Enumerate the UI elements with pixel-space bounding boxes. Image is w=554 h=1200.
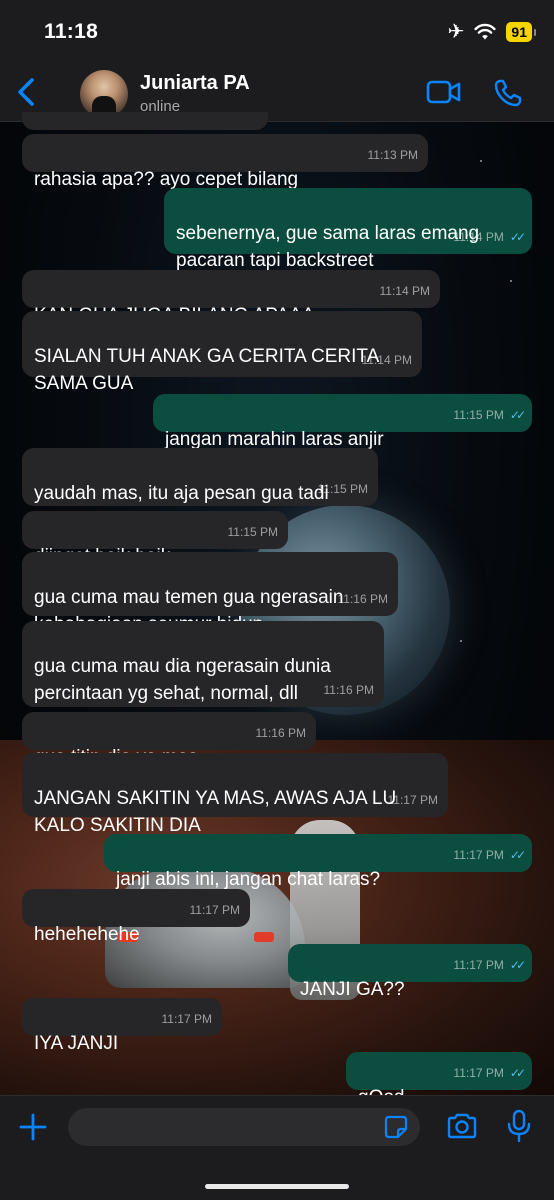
message-text: gua cuma mau dia ngerasain dunia percint… bbox=[34, 656, 331, 704]
message-text: rahasia apa?? ayo cepet bilang bbox=[34, 169, 299, 190]
phone-icon[interactable] bbox=[493, 78, 523, 108]
message-incoming[interactable]: diinget baik baik 11:15 PM bbox=[22, 511, 288, 567]
message-incoming[interactable]: KAN GUA JUGA BILANG APAAA 11:14 PM bbox=[22, 270, 440, 326]
message-time: 11:17 PM bbox=[161, 1012, 212, 1026]
composer-bar bbox=[0, 1095, 554, 1200]
wallpaper-star bbox=[480, 160, 482, 162]
message-meta: 11:16 PM bbox=[256, 720, 306, 747]
message-meta: 11:14 PM bbox=[380, 278, 430, 305]
message-incoming[interactable]: rahasia apa?? ayo cepet bilang 11:13 PM bbox=[22, 134, 428, 190]
partial-message-bubble bbox=[22, 112, 268, 130]
status-icons: ✈ 91 bbox=[447, 20, 536, 44]
message-meta: 11:15 PM ✓✓ bbox=[453, 402, 526, 429]
message-outgoing[interactable]: sebenernya, gue sama laras emang pacaran… bbox=[164, 188, 532, 271]
message-outgoing[interactable]: jangan marahin laras anjir 11:15 PM ✓✓ bbox=[153, 394, 532, 450]
message-meta: 11:15 PM bbox=[318, 476, 368, 503]
message-time: 11:17 PM bbox=[387, 793, 438, 807]
contact-name[interactable]: Juniarta PA bbox=[140, 72, 250, 95]
status-bar: 11:18 ✈ 91 bbox=[0, 0, 554, 62]
message-outgoing[interactable]: janji abis ini, jangan chat laras? 11:17… bbox=[104, 834, 532, 890]
message-time: 11:14 PM bbox=[453, 230, 504, 244]
status-time: 11:18 bbox=[44, 20, 99, 43]
message-input[interactable] bbox=[68, 1108, 420, 1146]
plus-icon[interactable] bbox=[18, 1112, 48, 1142]
message-meta: 11:16 PM bbox=[338, 586, 388, 613]
message-meta: 11:17 PM bbox=[162, 1006, 212, 1033]
wifi-icon bbox=[474, 23, 497, 40]
message-incoming[interactable]: gua cuma mau temen gua ngerasain kebahag… bbox=[22, 552, 398, 635]
double-check-icon: ✓✓ bbox=[509, 1066, 526, 1080]
message-text: janji abis ini, jangan chat laras? bbox=[116, 869, 381, 890]
camera-icon[interactable] bbox=[446, 1112, 478, 1140]
message-meta: 11:16 PM bbox=[324, 677, 374, 704]
message-time: 11:15 PM bbox=[227, 525, 278, 539]
message-time: 11:13 PM bbox=[367, 148, 418, 162]
chevron-left-icon[interactable] bbox=[14, 76, 42, 108]
message-time: 11:16 PM bbox=[255, 726, 306, 740]
message-incoming[interactable]: gua cuma mau dia ngerasain dunia percint… bbox=[22, 621, 384, 707]
message-outgoing[interactable]: gOod 11:17 PM✓✓ bbox=[346, 1052, 532, 1108]
message-incoming[interactable]: SIALAN TUH ANAK GA CERITA CERITA SAMA GU… bbox=[22, 311, 422, 394]
home-indicator bbox=[205, 1184, 349, 1189]
message-meta: 11:17 PM ✓✓ bbox=[453, 842, 526, 869]
wallpaper-car-taillight bbox=[254, 932, 274, 942]
video-call-icon[interactable] bbox=[426, 79, 462, 105]
message-text: JANJI GA?? bbox=[300, 979, 405, 1000]
double-check-icon: ✓✓ bbox=[509, 230, 526, 244]
message-time: 11:17 PM bbox=[453, 848, 504, 862]
message-meta: 11:15 PM bbox=[228, 519, 278, 546]
battery-indicator: 91 bbox=[506, 22, 536, 42]
sticker-icon[interactable] bbox=[384, 1115, 408, 1139]
message-time: 11:16 PM bbox=[323, 683, 374, 697]
message-text: IYA JANJI bbox=[34, 1033, 119, 1054]
message-incoming[interactable]: hehehehehe 11:17 PM bbox=[22, 889, 250, 945]
double-check-icon: ✓✓ bbox=[509, 408, 526, 422]
message-time: 11:16 PM bbox=[337, 592, 388, 606]
message-time: 11:14 PM bbox=[361, 353, 412, 367]
message-meta: 11:17 PM ✓✓ bbox=[453, 952, 526, 979]
message-outgoing[interactable]: JANJI GA?? 11:17 PM ✓✓ bbox=[288, 944, 532, 1000]
message-meta: 11:17 PM bbox=[190, 897, 240, 924]
message-text: hehehehehe bbox=[34, 924, 140, 945]
message-incoming[interactable]: IYA JANJI 11:17 PM bbox=[22, 998, 222, 1054]
message-incoming[interactable]: gua titip dia ya mas 11:16 PM bbox=[22, 712, 316, 768]
message-meta: 11:13 PM bbox=[368, 142, 418, 169]
wallpaper-star bbox=[510, 280, 512, 282]
message-text: yaudah mas, itu aja pesan gua tadi bbox=[34, 483, 329, 504]
message-meta: 11:17 PM bbox=[388, 787, 438, 814]
message-time: 11:17 PM bbox=[453, 958, 504, 972]
message-meta: 11:14 PM bbox=[362, 347, 412, 374]
message-meta: 11:14 PM ✓✓ bbox=[453, 224, 526, 251]
message-time: 11:14 PM bbox=[379, 284, 430, 298]
microphone-icon[interactable] bbox=[506, 1109, 532, 1143]
message-time: 11:17 PM bbox=[453, 1066, 504, 1080]
message-incoming[interactable]: JANGAN SAKITIN YA MAS, AWAS AJA LU KALO … bbox=[22, 753, 448, 836]
message-time: 11:17 PM bbox=[189, 903, 240, 917]
airplane-mode-icon: ✈ bbox=[447, 21, 465, 43]
message-time: 11:15 PM bbox=[453, 408, 504, 422]
wallpaper-star bbox=[460, 640, 462, 642]
message-meta: 11:17 PM ✓✓ bbox=[453, 1060, 526, 1087]
double-check-icon: ✓✓ bbox=[509, 958, 526, 972]
message-time: 11:15 PM bbox=[317, 482, 368, 496]
message-incoming[interactable]: yaudah mas, itu aja pesan gua tadi 11:15… bbox=[22, 448, 378, 506]
message-text: jangan marahin laras anjir bbox=[165, 429, 384, 450]
double-check-icon: ✓✓ bbox=[509, 848, 526, 862]
contact-avatar[interactable] bbox=[80, 70, 128, 118]
